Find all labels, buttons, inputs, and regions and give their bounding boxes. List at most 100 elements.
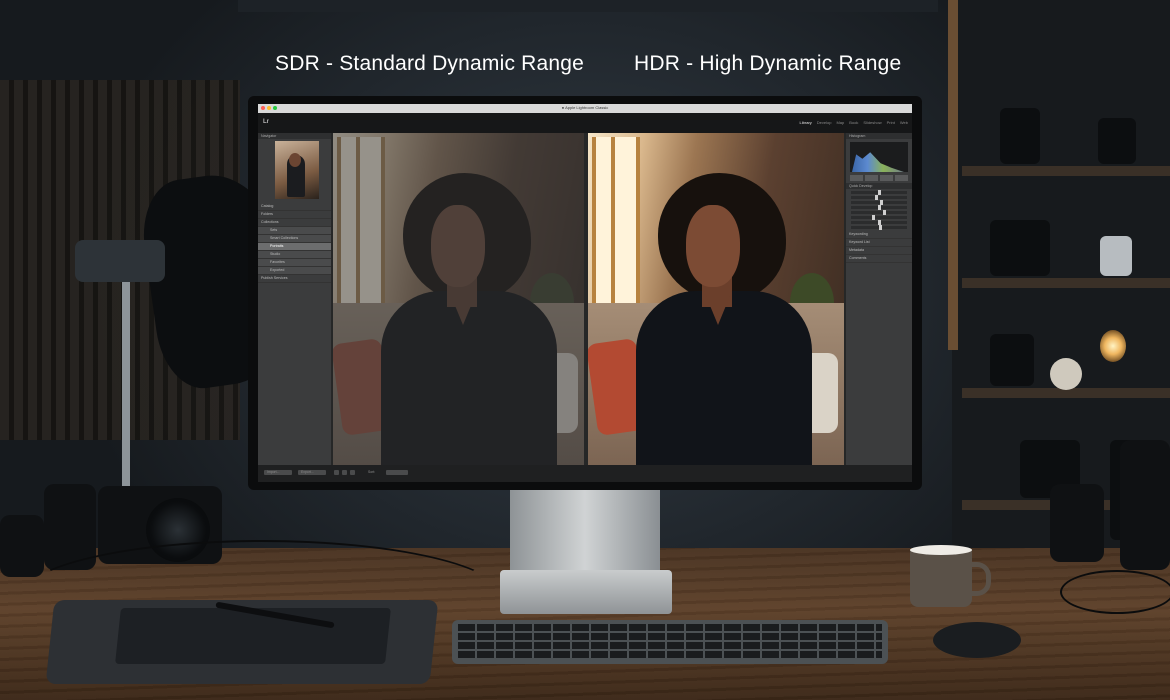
slider-knob[interactable] (874, 195, 878, 200)
mask-button[interactable] (895, 175, 908, 181)
hdr-photo[interactable] (588, 133, 844, 465)
window (592, 137, 640, 319)
macos-title-bar: ● Apple Lightroom Classic (258, 104, 912, 113)
histogram-header[interactable]: Histogram (846, 133, 912, 139)
shelf-globe (1050, 358, 1082, 390)
module-slideshow[interactable]: Slideshow (863, 120, 881, 125)
lightroom-logo: Lr (263, 119, 269, 125)
coffee-mug (910, 549, 972, 607)
shelf-lens (990, 334, 1034, 386)
collection-item-selected[interactable]: Portraits (258, 243, 331, 251)
face (686, 205, 740, 287)
develop-slider[interactable] (851, 210, 907, 215)
crop-tool-button[interactable] (850, 175, 863, 181)
monitor-stand-foot (500, 570, 672, 614)
navigator-header[interactable]: Navigator (258, 133, 331, 139)
right-panel: Histogram Quick Develop Keywording Keywo… (846, 133, 912, 465)
monitor-stand (510, 488, 660, 576)
face (431, 205, 485, 287)
collection-item[interactable]: Favorites (258, 259, 331, 267)
neckline (704, 291, 732, 325)
slider-knob[interactable] (880, 200, 884, 205)
shelf-post (948, 0, 958, 350)
section-publish-services[interactable]: Publish Services (258, 275, 331, 283)
develop-slider[interactable] (851, 200, 907, 205)
develop-slider[interactable] (851, 220, 907, 225)
tablet-active-area (115, 608, 391, 664)
module-picker: Library Develop Map Book Slideshow Print… (800, 120, 908, 125)
lightroom-top-bar: Lr Library Develop Map Book Slideshow Pr… (258, 113, 912, 133)
coffee-mug-rim (910, 545, 972, 555)
bottom-toolbar: Import... Export... Sort: (258, 465, 912, 482)
sort-dropdown[interactable] (386, 470, 408, 475)
lens-left (0, 515, 44, 577)
develop-slider[interactable] (851, 190, 907, 195)
module-print[interactable]: Print (887, 120, 895, 125)
thumbnail-face (289, 153, 301, 167)
collection-item[interactable]: Sets (258, 227, 331, 235)
histogram (850, 142, 908, 172)
sort-label: Sort: (368, 470, 376, 474)
tool-strip (850, 175, 908, 181)
shelf-cup (1100, 236, 1132, 276)
section-keyword-list[interactable]: Keyword List (846, 239, 912, 247)
section-keywording[interactable]: Keywording (846, 231, 912, 239)
module-book[interactable]: Book (849, 120, 858, 125)
shelf-camera (990, 220, 1050, 276)
section-catalog[interactable]: Catalog (258, 203, 331, 211)
develop-slider[interactable] (851, 205, 907, 210)
histogram-curve (852, 152, 904, 172)
quick-develop-header[interactable]: Quick Develop (846, 183, 912, 189)
slider-group (846, 190, 912, 230)
section-folders[interactable]: Folders (258, 211, 331, 219)
shelf (962, 166, 1170, 176)
mouse (933, 622, 1021, 658)
section-collections[interactable]: Collections (258, 219, 331, 227)
collection-item[interactable]: Exported (258, 267, 331, 275)
wall-rail (238, 0, 938, 12)
grid-view-button[interactable] (334, 470, 339, 475)
slider-knob[interactable] (882, 210, 886, 215)
collection-item[interactable]: Smart Collections (258, 235, 331, 243)
compare-view-button[interactable] (350, 470, 355, 475)
module-map[interactable]: Map (836, 120, 844, 125)
window-title: ● Apple Lightroom Classic (561, 105, 609, 110)
slider-knob[interactable] (872, 215, 876, 220)
export-label: Export... (301, 470, 314, 474)
slider-knob[interactable] (877, 190, 881, 195)
light-stand (122, 280, 130, 510)
red-eye-button[interactable] (880, 175, 893, 181)
import-label: Import... (267, 470, 280, 474)
slider-knob[interactable] (877, 205, 881, 210)
studio-light (75, 240, 165, 282)
develop-slider[interactable] (851, 195, 907, 200)
collection-item[interactable]: Studio (258, 251, 331, 259)
module-web[interactable]: Web (900, 120, 908, 125)
neckline (449, 291, 477, 325)
cable-coil (1060, 570, 1170, 614)
compare-view (331, 133, 846, 465)
monitor-screen: ● Apple Lightroom Classic Lr Library Dev… (258, 104, 912, 482)
module-library[interactable]: Library (800, 120, 812, 125)
loupe-view-button[interactable] (342, 470, 347, 475)
module-develop[interactable]: Develop (817, 120, 832, 125)
hdr-headline: HDR - High Dynamic Range (634, 52, 902, 75)
slider-knob[interactable] (878, 225, 882, 230)
lens-right (1050, 484, 1104, 562)
lantern-light (1100, 330, 1126, 362)
lens-right (1120, 440, 1170, 570)
shelf-lens (1000, 108, 1040, 164)
window (337, 137, 385, 319)
navigator-thumbnail[interactable] (275, 141, 319, 199)
sdr-photo[interactable] (333, 133, 584, 465)
keyboard-keys (458, 624, 882, 660)
coffee-mug-handle (966, 562, 991, 596)
section-comments[interactable]: Comments (846, 255, 912, 263)
develop-slider[interactable] (851, 215, 907, 220)
section-metadata[interactable]: Metadata (846, 247, 912, 255)
develop-slider[interactable] (851, 225, 907, 230)
shelf-lens (1098, 118, 1136, 164)
left-panel: Navigator Catalog Folders Collections Se… (258, 133, 331, 465)
sdr-headline: SDR - Standard Dynamic Range (275, 52, 585, 75)
spot-removal-button[interactable] (865, 175, 878, 181)
